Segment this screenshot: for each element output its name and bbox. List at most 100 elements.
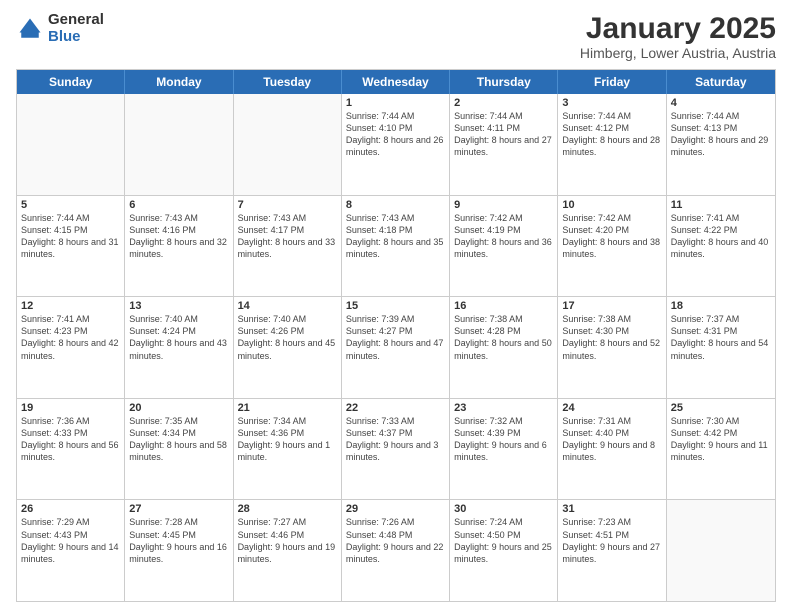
logo-text: General Blue <box>48 12 104 45</box>
cell-info: Sunrise: 7:24 AM Sunset: 4:50 PM Dayligh… <box>454 516 553 565</box>
day-number: 23 <box>454 402 553 414</box>
header-friday: Friday <box>558 70 666 94</box>
calendar-cell: 14Sunrise: 7:40 AM Sunset: 4:26 PM Dayli… <box>234 297 342 398</box>
calendar-cell: 9Sunrise: 7:42 AM Sunset: 4:19 PM Daylig… <box>450 196 558 297</box>
cell-info: Sunrise: 7:42 AM Sunset: 4:19 PM Dayligh… <box>454 212 553 261</box>
cell-info: Sunrise: 7:28 AM Sunset: 4:45 PM Dayligh… <box>129 516 228 565</box>
header-thursday: Thursday <box>450 70 558 94</box>
header-tuesday: Tuesday <box>234 70 342 94</box>
calendar-cell <box>667 500 775 601</box>
calendar-cell: 21Sunrise: 7:34 AM Sunset: 4:36 PM Dayli… <box>234 399 342 500</box>
cell-info: Sunrise: 7:33 AM Sunset: 4:37 PM Dayligh… <box>346 415 445 464</box>
day-number: 21 <box>238 402 337 414</box>
logo-icon <box>16 15 44 43</box>
day-number: 20 <box>129 402 228 414</box>
logo: General Blue <box>16 12 104 45</box>
calendar-cell: 7Sunrise: 7:43 AM Sunset: 4:17 PM Daylig… <box>234 196 342 297</box>
calendar-cell: 19Sunrise: 7:36 AM Sunset: 4:33 PM Dayli… <box>17 399 125 500</box>
cell-info: Sunrise: 7:40 AM Sunset: 4:24 PM Dayligh… <box>129 313 228 362</box>
calendar-cell: 2Sunrise: 7:44 AM Sunset: 4:11 PM Daylig… <box>450 94 558 195</box>
calendar-row-1: 1Sunrise: 7:44 AM Sunset: 4:10 PM Daylig… <box>17 94 775 195</box>
calendar-cell: 18Sunrise: 7:37 AM Sunset: 4:31 PM Dayli… <box>667 297 775 398</box>
calendar-cell: 31Sunrise: 7:23 AM Sunset: 4:51 PM Dayli… <box>558 500 666 601</box>
header-monday: Monday <box>125 70 233 94</box>
day-number: 2 <box>454 97 553 109</box>
header: General Blue January 2025 Himberg, Lower… <box>16 12 776 61</box>
title-block: January 2025 Himberg, Lower Austria, Aus… <box>580 12 776 61</box>
calendar: Sunday Monday Tuesday Wednesday Thursday… <box>16 69 776 602</box>
header-sunday: Sunday <box>17 70 125 94</box>
calendar-cell: 5Sunrise: 7:44 AM Sunset: 4:15 PM Daylig… <box>17 196 125 297</box>
location-subtitle: Himberg, Lower Austria, Austria <box>580 45 776 61</box>
day-number: 18 <box>671 300 771 312</box>
cell-info: Sunrise: 7:32 AM Sunset: 4:39 PM Dayligh… <box>454 415 553 464</box>
logo-blue-text: Blue <box>48 29 104 46</box>
calendar-row-5: 26Sunrise: 7:29 AM Sunset: 4:43 PM Dayli… <box>17 499 775 601</box>
cell-info: Sunrise: 7:42 AM Sunset: 4:20 PM Dayligh… <box>562 212 661 261</box>
day-number: 10 <box>562 199 661 211</box>
calendar-cell: 22Sunrise: 7:33 AM Sunset: 4:37 PM Dayli… <box>342 399 450 500</box>
cell-info: Sunrise: 7:43 AM Sunset: 4:16 PM Dayligh… <box>129 212 228 261</box>
day-number: 26 <box>21 503 120 515</box>
day-number: 3 <box>562 97 661 109</box>
day-number: 13 <box>129 300 228 312</box>
calendar-cell: 13Sunrise: 7:40 AM Sunset: 4:24 PM Dayli… <box>125 297 233 398</box>
page: General Blue January 2025 Himberg, Lower… <box>0 0 792 612</box>
cell-info: Sunrise: 7:43 AM Sunset: 4:18 PM Dayligh… <box>346 212 445 261</box>
calendar-cell: 29Sunrise: 7:26 AM Sunset: 4:48 PM Dayli… <box>342 500 450 601</box>
cell-info: Sunrise: 7:35 AM Sunset: 4:34 PM Dayligh… <box>129 415 228 464</box>
day-number: 15 <box>346 300 445 312</box>
calendar-cell: 12Sunrise: 7:41 AM Sunset: 4:23 PM Dayli… <box>17 297 125 398</box>
calendar-row-3: 12Sunrise: 7:41 AM Sunset: 4:23 PM Dayli… <box>17 296 775 398</box>
cell-info: Sunrise: 7:44 AM Sunset: 4:13 PM Dayligh… <box>671 110 771 159</box>
day-number: 16 <box>454 300 553 312</box>
cell-info: Sunrise: 7:29 AM Sunset: 4:43 PM Dayligh… <box>21 516 120 565</box>
day-number: 8 <box>346 199 445 211</box>
day-number: 31 <box>562 503 661 515</box>
month-title: January 2025 <box>580 12 776 45</box>
calendar-cell: 20Sunrise: 7:35 AM Sunset: 4:34 PM Dayli… <box>125 399 233 500</box>
day-number: 7 <box>238 199 337 211</box>
day-number: 4 <box>671 97 771 109</box>
calendar-cell: 26Sunrise: 7:29 AM Sunset: 4:43 PM Dayli… <box>17 500 125 601</box>
day-number: 17 <box>562 300 661 312</box>
day-number: 29 <box>346 503 445 515</box>
cell-info: Sunrise: 7:39 AM Sunset: 4:27 PM Dayligh… <box>346 313 445 362</box>
cell-info: Sunrise: 7:44 AM Sunset: 4:12 PM Dayligh… <box>562 110 661 159</box>
cell-info: Sunrise: 7:44 AM Sunset: 4:10 PM Dayligh… <box>346 110 445 159</box>
calendar-cell <box>125 94 233 195</box>
day-number: 12 <box>21 300 120 312</box>
calendar-cell: 23Sunrise: 7:32 AM Sunset: 4:39 PM Dayli… <box>450 399 558 500</box>
day-number: 28 <box>238 503 337 515</box>
day-number: 19 <box>21 402 120 414</box>
header-wednesday: Wednesday <box>342 70 450 94</box>
calendar-cell <box>17 94 125 195</box>
day-number: 27 <box>129 503 228 515</box>
day-number: 22 <box>346 402 445 414</box>
calendar-cell: 17Sunrise: 7:38 AM Sunset: 4:30 PM Dayli… <box>558 297 666 398</box>
calendar-cell: 28Sunrise: 7:27 AM Sunset: 4:46 PM Dayli… <box>234 500 342 601</box>
cell-info: Sunrise: 7:41 AM Sunset: 4:22 PM Dayligh… <box>671 212 771 261</box>
cell-info: Sunrise: 7:44 AM Sunset: 4:11 PM Dayligh… <box>454 110 553 159</box>
calendar-cell: 10Sunrise: 7:42 AM Sunset: 4:20 PM Dayli… <box>558 196 666 297</box>
calendar-body: 1Sunrise: 7:44 AM Sunset: 4:10 PM Daylig… <box>17 94 775 601</box>
cell-info: Sunrise: 7:37 AM Sunset: 4:31 PM Dayligh… <box>671 313 771 362</box>
cell-info: Sunrise: 7:34 AM Sunset: 4:36 PM Dayligh… <box>238 415 337 464</box>
calendar-cell: 8Sunrise: 7:43 AM Sunset: 4:18 PM Daylig… <box>342 196 450 297</box>
cell-info: Sunrise: 7:38 AM Sunset: 4:28 PM Dayligh… <box>454 313 553 362</box>
calendar-row-4: 19Sunrise: 7:36 AM Sunset: 4:33 PM Dayli… <box>17 398 775 500</box>
cell-info: Sunrise: 7:26 AM Sunset: 4:48 PM Dayligh… <box>346 516 445 565</box>
calendar-cell: 16Sunrise: 7:38 AM Sunset: 4:28 PM Dayli… <box>450 297 558 398</box>
cell-info: Sunrise: 7:27 AM Sunset: 4:46 PM Dayligh… <box>238 516 337 565</box>
calendar-cell: 3Sunrise: 7:44 AM Sunset: 4:12 PM Daylig… <box>558 94 666 195</box>
calendar-cell: 30Sunrise: 7:24 AM Sunset: 4:50 PM Dayli… <box>450 500 558 601</box>
calendar-row-2: 5Sunrise: 7:44 AM Sunset: 4:15 PM Daylig… <box>17 195 775 297</box>
cell-info: Sunrise: 7:43 AM Sunset: 4:17 PM Dayligh… <box>238 212 337 261</box>
calendar-cell: 25Sunrise: 7:30 AM Sunset: 4:42 PM Dayli… <box>667 399 775 500</box>
day-number: 9 <box>454 199 553 211</box>
calendar-cell: 11Sunrise: 7:41 AM Sunset: 4:22 PM Dayli… <box>667 196 775 297</box>
cell-info: Sunrise: 7:44 AM Sunset: 4:15 PM Dayligh… <box>21 212 120 261</box>
cell-info: Sunrise: 7:23 AM Sunset: 4:51 PM Dayligh… <box>562 516 661 565</box>
cell-info: Sunrise: 7:30 AM Sunset: 4:42 PM Dayligh… <box>671 415 771 464</box>
cell-info: Sunrise: 7:31 AM Sunset: 4:40 PM Dayligh… <box>562 415 661 464</box>
